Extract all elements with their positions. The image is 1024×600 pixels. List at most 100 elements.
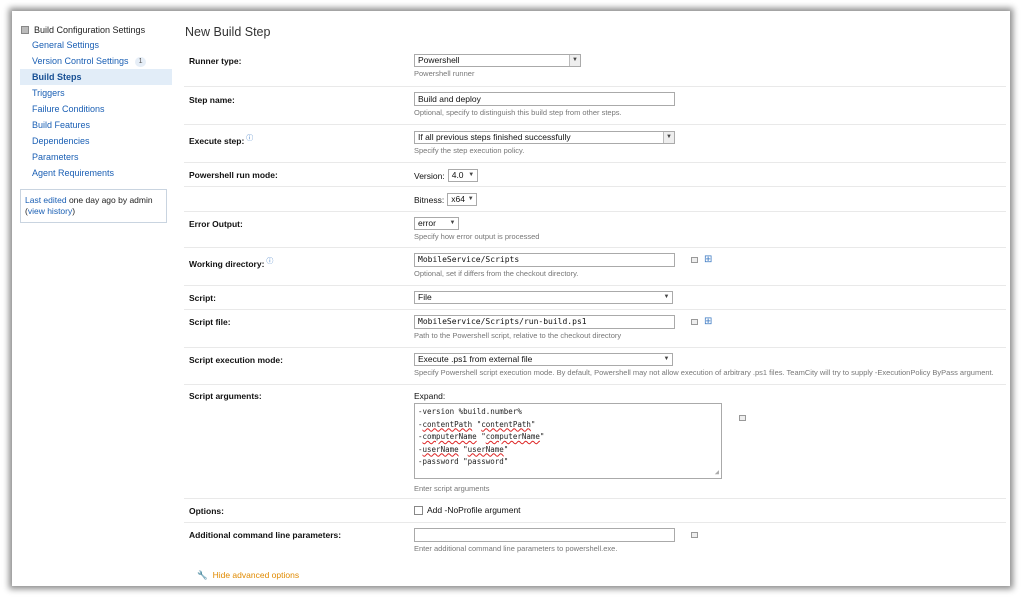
runner-type-select[interactable]: Powershell ▼	[414, 54, 581, 67]
sidebar-item-triggers[interactable]: Triggers	[20, 85, 172, 101]
bitness-select[interactable]: x64 ▼	[447, 193, 478, 206]
resize-grip-icon[interactable]: ◢	[715, 469, 719, 476]
script-arg-line: -contentPath "contentPath"	[418, 419, 718, 432]
script-file-label: Script file:	[189, 317, 231, 327]
last-edited-text: one day ago by admin	[66, 195, 153, 205]
arg-flag: userName	[422, 444, 459, 454]
sidebar-item-version-control-settings[interactable]: Version Control Settings 1	[20, 53, 172, 69]
window-frame: Build Configuration Settings General Set…	[12, 11, 1010, 586]
sidebar-item-parameters[interactable]: Parameters	[20, 149, 172, 165]
sidebar-item-label: Build Features	[32, 120, 91, 130]
error-output-row: Error Output: error ▼ Specify how error …	[184, 212, 1006, 248]
error-output-hint: Specify how error output is processed	[414, 232, 540, 241]
sidebar-item-label: Failure Conditions	[32, 104, 105, 114]
script-args-textarea[interactable]: -version %build.number% -contentPath "co…	[414, 403, 722, 479]
expand-field-icon[interactable]	[691, 319, 698, 325]
script-args-row: Script arguments: Expand: -version %buil…	[184, 385, 1006, 499]
expand-label: Expand:	[414, 391, 446, 401]
exec-mode-hint: Specify Powershell script execution mode…	[414, 368, 994, 377]
expand-field-icon[interactable]	[691, 532, 698, 538]
additional-params-label: Additional command line parameters:	[189, 530, 342, 540]
vcs-count-badge: 1	[134, 56, 147, 67]
working-dir-hint: Optional, set if differs from the checko…	[414, 269, 579, 278]
options-row: Options: Add -NoProfile argument	[184, 499, 1006, 523]
run-mode-version-row: Powershell run mode: Version: 4.0 ▼	[184, 163, 1006, 187]
page-title: New Build Step	[185, 25, 271, 39]
execute-step-label-wrap: Execute step: ⓘ	[189, 133, 253, 146]
sidebar-item-label: Build Steps	[32, 72, 82, 82]
additional-params-hint: Enter additional command line parameters…	[414, 544, 618, 553]
chevron-down-icon: ▼	[465, 170, 477, 181]
noprofile-label: Add -NoProfile argument	[427, 505, 521, 515]
runner-type-row: Runner type: Powershell ▼ Powershell run…	[184, 47, 1006, 87]
chevron-down-icon: ▼	[661, 354, 672, 365]
version-select[interactable]: 4.0 ▼	[447, 169, 478, 182]
version-label: Version:	[414, 170, 445, 181]
script-value: File	[418, 292, 432, 302]
noprofile-checkbox[interactable]	[414, 505, 423, 515]
step-name-hint: Optional, specify to distinguish this bu…	[414, 108, 622, 117]
arg-text: -password "password"	[418, 457, 509, 466]
script-arg-line: -version %build.number%	[418, 406, 718, 419]
directory-tree-icon[interactable]: ⊞	[704, 255, 712, 265]
arg-value: computerName	[485, 432, 540, 441]
execute-step-select[interactable]: If all previous steps finished successfu…	[414, 131, 675, 144]
runner-type-label: Runner type:	[189, 56, 242, 66]
runner-type-value: Powershell	[418, 55, 460, 65]
exec-mode-value: Execute .ps1 from external file	[418, 354, 533, 364]
last-edited-box: Last edited one day ago by admin (view h…	[20, 189, 167, 223]
exec-mode-select[interactable]: Execute .ps1 from external file ▼	[414, 353, 673, 366]
sidebar-item-agent-requirements[interactable]: Agent Requirements	[20, 165, 172, 181]
arg-flag: computerName	[422, 432, 477, 441]
runner-type-hint: Powershell runner	[414, 69, 475, 78]
script-file-row: Script file: MobileService/Scripts/run-b…	[184, 310, 1006, 348]
sidebar-item-dependencies[interactable]: Dependencies	[20, 133, 172, 149]
bitness-label: Bitness:	[414, 194, 445, 205]
chevron-down-icon: ▼	[447, 218, 458, 229]
sidebar-header: Build Configuration Settings	[21, 23, 172, 37]
chevron-down-icon: ▼	[569, 55, 580, 66]
arg-value: userName	[467, 444, 504, 454]
sidebar-item-build-steps[interactable]: Build Steps	[20, 69, 172, 85]
script-arg-line: -computerName "computerName"	[418, 431, 718, 444]
directory-tree-icon[interactable]: ⊞	[704, 317, 712, 327]
last-edited-link[interactable]: Last edited	[25, 195, 67, 205]
error-output-select[interactable]: error ▼	[414, 217, 459, 230]
step-name-input[interactable]: Build and deploy	[414, 92, 675, 106]
arg-text: "	[503, 444, 509, 454]
error-output-label: Error Output:	[189, 219, 243, 229]
sidebar-item-label: General Settings	[32, 40, 100, 50]
help-icon[interactable]: ⓘ	[266, 258, 273, 265]
exec-mode-row: Script execution mode: Execute .ps1 from…	[184, 348, 1006, 385]
bitness-value: x64	[451, 194, 465, 204]
sidebar-item-failure-conditions[interactable]: Failure Conditions	[20, 101, 172, 117]
version-value: 4.0	[451, 170, 464, 180]
execute-step-hint: Specify the step execution policy.	[414, 146, 525, 155]
working-dir-row: Working directory: ⓘ MobileService/Script…	[184, 248, 1006, 286]
script-label: Script:	[189, 293, 216, 303]
expand-field-icon[interactable]	[691, 257, 698, 263]
chevron-down-icon: ▼	[465, 194, 477, 205]
hide-advanced-options-link[interactable]: 🔧 Hide advanced options	[197, 570, 299, 581]
view-history-link[interactable]: view history	[28, 206, 72, 216]
working-dir-input[interactable]: MobileService/Scripts	[414, 253, 675, 267]
run-mode-bitness-row: Bitness: x64 ▼	[184, 187, 1006, 212]
expand-field-icon[interactable]	[739, 415, 746, 421]
arg-text: "	[458, 444, 468, 454]
script-file-hint: Path to the Powershell script, relative …	[414, 331, 622, 340]
execute-step-value: If all previous steps finished successfu…	[418, 132, 571, 142]
sidebar-header-label: Build Configuration Settings	[34, 25, 146, 35]
paren-close: )	[72, 206, 76, 216]
step-name-label: Step name:	[189, 95, 235, 105]
sidebar-item-general-settings[interactable]: General Settings	[20, 37, 172, 53]
step-name-row: Step name: Build and deploy Optional, sp…	[184, 87, 1006, 125]
script-args-hint: Enter script arguments	[414, 484, 490, 493]
help-icon[interactable]: ⓘ	[246, 135, 253, 142]
script-file-input[interactable]: MobileService/Scripts/run-build.ps1	[414, 315, 675, 329]
script-select[interactable]: File ▼	[414, 291, 673, 304]
working-dir-label-wrap: Working directory: ⓘ	[189, 256, 273, 269]
sidebar-item-build-features[interactable]: Build Features	[20, 117, 172, 133]
additional-params-input[interactable]	[414, 528, 675, 542]
execute-step-row: Execute step: ⓘ If all previous steps fin…	[184, 125, 1006, 163]
arg-flag: contentPath	[422, 419, 473, 429]
